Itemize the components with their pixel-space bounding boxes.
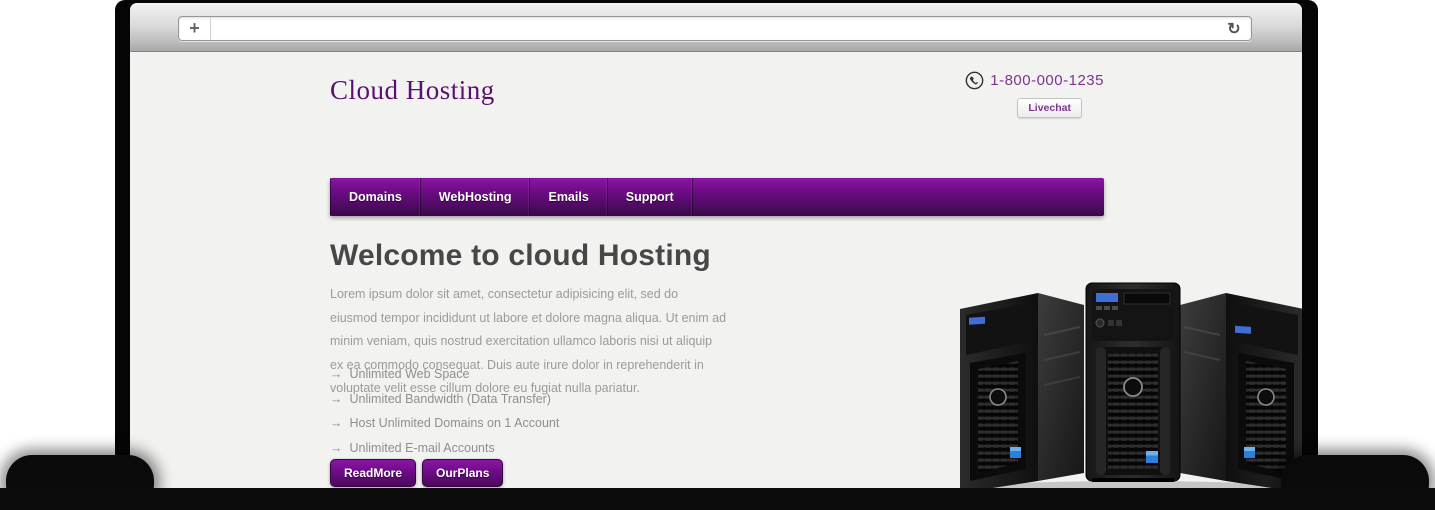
feature-label: Unlimited E-mail Accounts xyxy=(350,441,495,455)
new-tab-button[interactable]: + xyxy=(179,17,211,40)
list-item: → Unlimited E-mail Accounts xyxy=(330,441,559,455)
feature-label: Host Unlimited Domains on 1 Account xyxy=(350,416,560,430)
livechat-button[interactable]: Livechat xyxy=(1017,98,1082,118)
arrow-icon: → xyxy=(330,367,343,381)
refresh-icon: ↻ xyxy=(1227,19,1240,39)
server-tower-left xyxy=(960,293,1084,493)
nav-item-support[interactable]: Support xyxy=(608,178,693,216)
nav-item-domains[interactable]: Domains xyxy=(330,178,421,216)
browser-chrome: + ↻ xyxy=(130,3,1302,52)
server-tower-middle xyxy=(1086,283,1180,482)
arrow-icon: → xyxy=(330,392,343,406)
feature-list: → Unlimited Web Space → Unlimited Bandwidt… xyxy=(330,367,559,465)
url-input[interactable] xyxy=(211,17,1217,40)
main-nav: Domains WebHosting Emails Support xyxy=(330,178,1104,216)
refresh-button[interactable]: ↻ xyxy=(1217,17,1251,40)
page-title: Welcome to cloud Hosting xyxy=(330,239,711,273)
list-item: → Host Unlimited Domains on 1 Account xyxy=(330,416,559,430)
address-bar[interactable]: + ↻ xyxy=(178,16,1252,41)
browser-window: + ↻ Cloud Hosting 1-800-000-1235 Livecha… xyxy=(130,3,1302,495)
page-content: Cloud Hosting 1-800-000-1235 Livechat Do… xyxy=(130,53,1302,495)
server-towers-image xyxy=(742,275,1302,495)
plus-icon: + xyxy=(189,18,200,39)
arrow-icon: → xyxy=(330,441,343,455)
server-tower-right xyxy=(1180,293,1302,493)
readmore-button[interactable]: ReadMore xyxy=(330,459,416,487)
nav-item-webhosting[interactable]: WebHosting xyxy=(421,178,531,216)
phone-number: 1-800-000-1235 xyxy=(990,72,1104,89)
list-item: → Unlimited Bandwidth (Data Transfer) xyxy=(330,392,559,406)
ourplans-button[interactable]: OurPlans xyxy=(422,459,503,487)
feature-label: Unlimited Web Space xyxy=(350,367,470,381)
list-item: → Unlimited Web Space xyxy=(330,367,559,381)
nav-item-emails[interactable]: Emails xyxy=(530,178,607,216)
cta-row: ReadMore OurPlans xyxy=(330,459,503,487)
arrow-icon: → xyxy=(330,416,343,430)
phone-line: 1-800-000-1235 xyxy=(965,71,1104,90)
header-contact: 1-800-000-1235 Livechat xyxy=(965,71,1104,118)
phone-icon xyxy=(965,71,984,90)
laptop-base-bar xyxy=(0,488,1435,510)
site-logo[interactable]: Cloud Hosting xyxy=(330,75,495,106)
feature-label: Unlimited Bandwidth (Data Transfer) xyxy=(350,392,551,406)
